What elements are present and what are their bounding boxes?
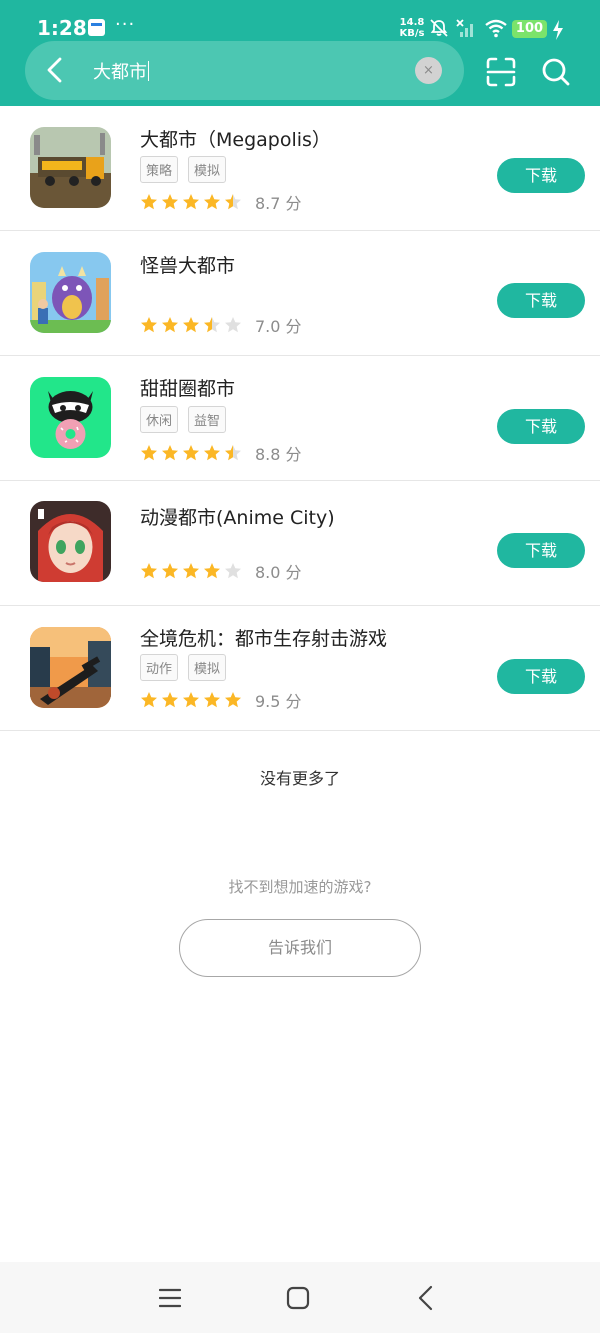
download-button[interactable]: 下载 [497, 533, 585, 568]
tag: 策略 [140, 156, 179, 183]
star-full-icon [162, 692, 178, 708]
network-speed-value: 14.8 [399, 17, 425, 28]
rating: 8.0 分 [140, 559, 302, 582]
star-full-icon [162, 194, 178, 210]
app-icon-megapolis[interactable] [30, 127, 111, 208]
tell-us-button[interactable]: 告诉我们 [179, 919, 421, 977]
no-more-results: 没有更多了 [259, 769, 340, 788]
star-full-icon [183, 692, 199, 708]
search-results-list: 大都市（Megapolis） 策略 模拟 8.7 分 下载 怪兽大都市 7.0 … [0, 106, 600, 731]
home-icon[interactable] [286, 1286, 310, 1310]
score: 8.7 分 [255, 194, 302, 213]
download-button[interactable]: 下载 [497, 659, 585, 694]
search-query: 大都市 [93, 62, 147, 83]
clear-search-button[interactable]: × [415, 57, 442, 84]
star-rating [140, 562, 245, 580]
tag-list: 策略 模拟 [140, 156, 236, 183]
tag-list: 休闲 益智 [140, 406, 236, 433]
star-full-icon [162, 317, 178, 333]
scan-icon[interactable] [486, 57, 516, 87]
list-item[interactable]: 动漫都市(Anime City) 8.0 分 下载 [0, 481, 600, 606]
app-name[interactable]: 动漫都市(Anime City) [140, 503, 335, 530]
app-notification-icon [88, 19, 105, 36]
list-item[interactable]: 全境危机：都市生存射击游戏 动作 模拟 9.5 分 下载 [0, 606, 600, 731]
tag-list: 动作 模拟 [140, 654, 236, 681]
network-speed-unit: KB/s [399, 28, 425, 39]
app-name[interactable]: 大都市（Megapolis） [140, 125, 331, 152]
rating: 8.8 分 [140, 441, 302, 464]
star-full-icon [183, 563, 199, 579]
rating: 9.5 分 [140, 688, 302, 711]
app-icon-monster-city[interactable] [30, 252, 111, 333]
wifi-icon [485, 19, 507, 38]
battery-indicator: 100 [512, 20, 547, 38]
star-full-icon [183, 317, 199, 333]
download-button[interactable]: 下载 [497, 283, 585, 318]
star-full-icon [141, 563, 157, 579]
star-rating [140, 316, 245, 334]
score: 8.8 分 [255, 445, 302, 464]
app-name[interactable]: 全境危机：都市生存射击游戏 [140, 624, 387, 651]
back-arrow-icon[interactable] [45, 57, 65, 83]
star-full-icon [162, 563, 178, 579]
tag: 动作 [140, 654, 179, 681]
list-item[interactable]: 怪兽大都市 7.0 分 下载 [0, 231, 600, 356]
star-full-icon [183, 445, 199, 461]
search-box[interactable]: 大都市 × [25, 41, 464, 100]
star-rating [140, 193, 245, 211]
star-full-icon [204, 445, 220, 461]
list-item[interactable]: 甜甜圈都市 休闲 益智 8.8 分 下载 [0, 356, 600, 481]
download-button[interactable]: 下载 [497, 158, 585, 193]
star-full-icon [183, 194, 199, 210]
app-name[interactable]: 怪兽大都市 [140, 251, 235, 278]
search-input[interactable]: 大都市 [93, 58, 149, 84]
score: 8.0 分 [255, 563, 302, 582]
status-bar: 1:28 ··· 14.8 KB/s 100 [0, 0, 600, 44]
star-full-icon [141, 445, 157, 461]
star-half-icon [225, 445, 241, 461]
tag: 模拟 [188, 654, 227, 681]
cant-find-prompt: 找不到想加速的游戏? [228, 878, 372, 896]
menu-icon[interactable] [159, 1287, 181, 1309]
star-half-icon [225, 194, 241, 210]
tag: 休闲 [140, 406, 179, 433]
signal-icon [456, 19, 473, 37]
more-notifications-icon: ··· [115, 14, 136, 35]
star-empty-icon [225, 563, 241, 579]
app-icon-crisis-shooter[interactable] [30, 627, 111, 708]
network-speed: 14.8 KB/s [398, 17, 426, 39]
app-header: 1:28 ··· 14.8 KB/s 100 大都市 × [0, 0, 600, 106]
tag: 益智 [188, 406, 227, 433]
tag: 模拟 [188, 156, 227, 183]
score: 7.0 分 [255, 317, 302, 336]
star-full-icon [141, 317, 157, 333]
star-full-icon [162, 445, 178, 461]
star-empty-icon [225, 317, 241, 333]
star-full-icon [141, 692, 157, 708]
charging-icon [553, 20, 563, 40]
mute-icon [430, 19, 448, 37]
app-icon-anime-city[interactable] [30, 501, 111, 582]
star-full-icon [225, 692, 241, 708]
star-rating [140, 691, 245, 709]
star-rating [140, 444, 245, 462]
star-full-icon [204, 563, 220, 579]
star-full-icon [141, 194, 157, 210]
star-half-icon [204, 317, 220, 333]
star-full-icon [204, 194, 220, 210]
star-full-icon [204, 692, 220, 708]
app-icon-donut-county[interactable] [30, 377, 111, 458]
back-icon[interactable] [416, 1285, 436, 1311]
rating: 8.7 分 [140, 190, 302, 213]
rating: 7.0 分 [140, 313, 302, 336]
search-icon[interactable] [541, 57, 571, 87]
status-time: 1:28 [37, 16, 87, 40]
app-name[interactable]: 甜甜圈都市 [140, 374, 235, 401]
download-button[interactable]: 下载 [497, 409, 585, 444]
list-item[interactable]: 大都市（Megapolis） 策略 模拟 8.7 分 下载 [0, 106, 600, 231]
score: 9.5 分 [255, 692, 302, 711]
